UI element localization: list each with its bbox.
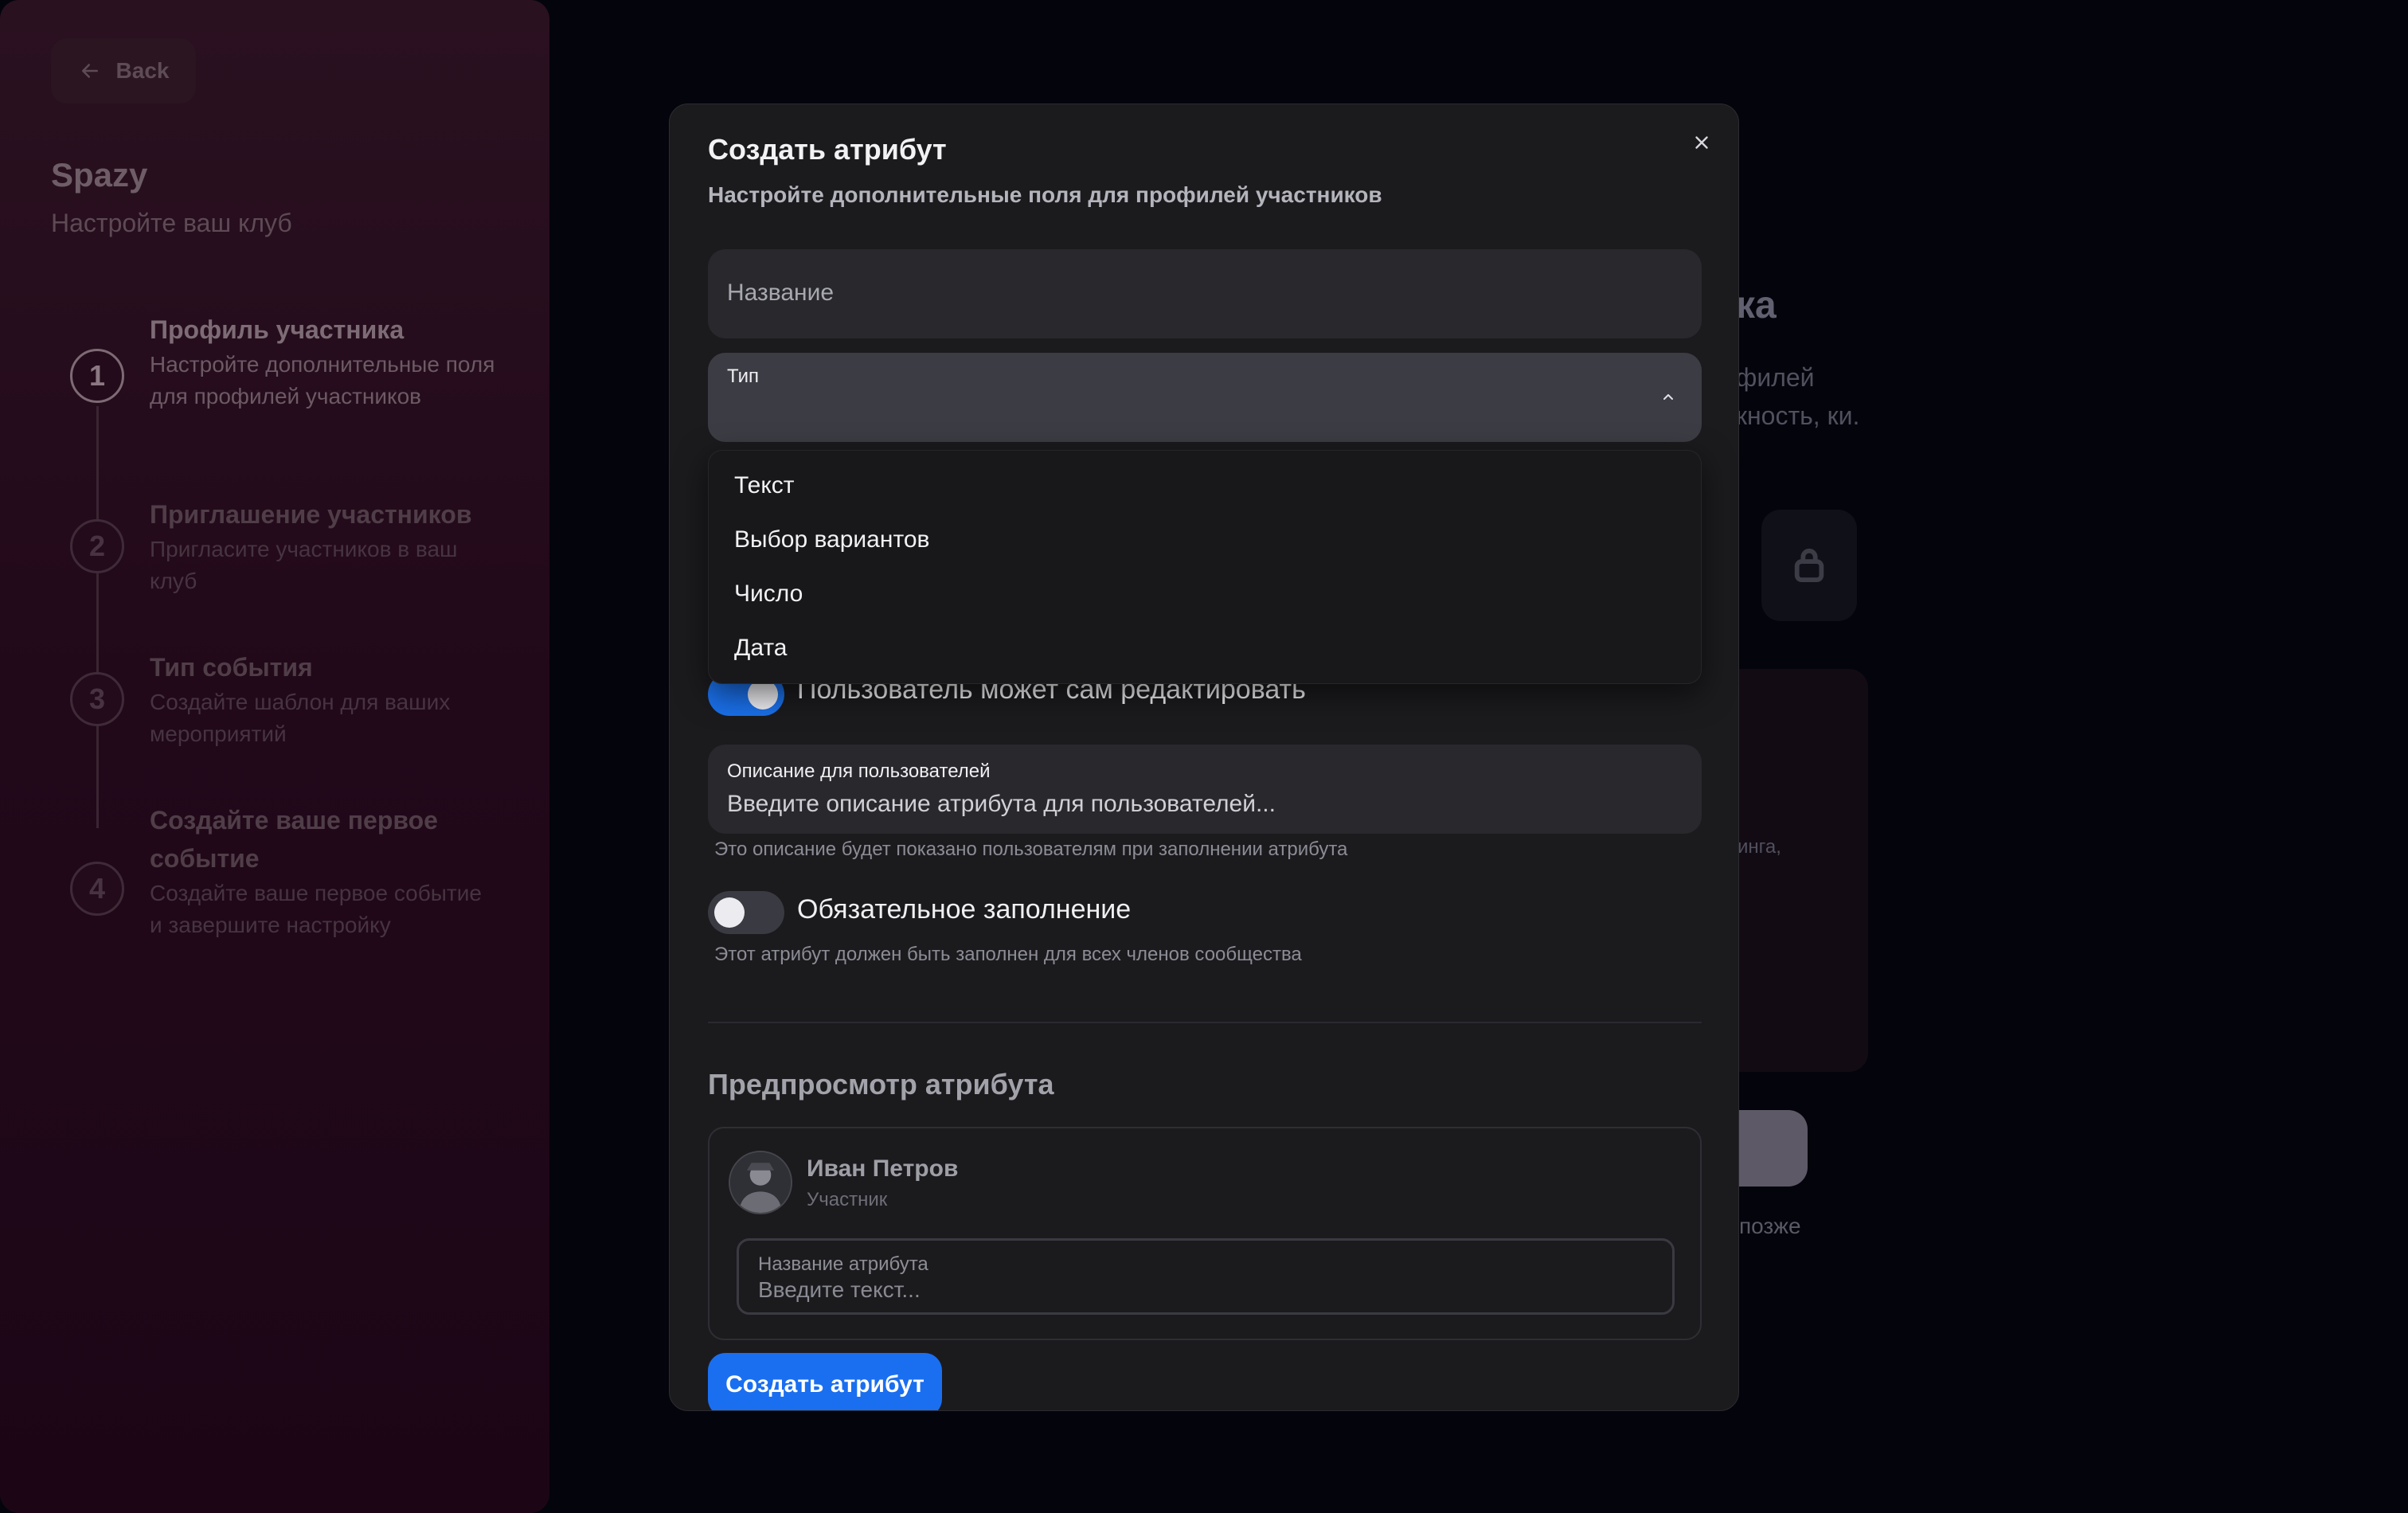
step-number: 2 [70, 519, 124, 573]
create-attribute-button[interactable]: Создать атрибут [708, 1353, 942, 1410]
close-button[interactable] [1686, 127, 1718, 158]
background-text: филей кность, ки. [1736, 363, 1860, 430]
toggle-knob [714, 897, 745, 928]
steps-connector [96, 406, 99, 828]
type-label: Тип [727, 366, 760, 387]
attribute-type-select[interactable]: Тип [708, 353, 1702, 442]
preview-attribute-input[interactable]: Название атрибута Введите текст... [737, 1238, 1675, 1315]
required-hint: Этот атрибут должен быть заполнен для вс… [714, 944, 1302, 965]
preview-user-name: Иван Петров [807, 1155, 959, 1182]
attribute-preview-card: Иван Петров Участник Название атрибута В… [708, 1127, 1702, 1340]
brand-name: Spazy [51, 156, 148, 194]
step-description: Пригласите участников в ваш клуб [150, 537, 458, 593]
avatar [729, 1151, 792, 1214]
modal-subtitle: Настройте дополнительные поля для профил… [708, 182, 1382, 207]
description-placeholder: Введите описание атрибута для пользовате… [727, 791, 1276, 817]
onboarding-sidebar: Back Spazy Настройте ваш клуб 1 Профиль … [0, 0, 549, 1513]
section-divider [708, 1022, 1702, 1023]
required-label: Обязательное заполнение [797, 894, 1132, 925]
user-avatar-icon [730, 1152, 791, 1213]
step-title: Профиль участника [150, 315, 405, 344]
step-title: Приглашение участников [150, 500, 472, 529]
type-option-number[interactable]: Число [709, 567, 1701, 621]
brand-subtitle: Настройте ваш клуб [51, 209, 292, 237]
type-option-text[interactable]: Текст [709, 459, 1701, 513]
background-heading: ка [1736, 284, 1777, 326]
type-option-choice[interactable]: Выбор вариантов [709, 513, 1701, 567]
preview-field-placeholder: Введите текст... [758, 1277, 921, 1302]
background-card-text: инга, [1738, 836, 1781, 858]
preview-user-role: Участник [807, 1189, 888, 1210]
user-description-input[interactable]: Описание для пользователей Введите описа… [708, 745, 1702, 834]
attribute-name-input[interactable]: Название [708, 249, 1702, 338]
create-attribute-modal: Создать атрибут Настройте дополнительные… [669, 104, 1739, 1411]
step-title: Создайте ваше первое событие [150, 806, 438, 873]
back-label: Back [115, 58, 170, 83]
step-description: Настройте дополнительные поля для профил… [150, 352, 495, 409]
close-icon [1695, 136, 1708, 149]
arrow-left-icon [81, 64, 98, 78]
chevron-up-icon [1663, 394, 1673, 400]
step-number: 1 [70, 349, 124, 403]
step-number: 3 [70, 672, 124, 726]
description-hint: Это описание будет показано пользователя… [714, 839, 1348, 860]
background-later-link: позже [1739, 1214, 1801, 1238]
step-title: Тип события [150, 653, 313, 682]
modal-title: Создать атрибут [708, 133, 947, 166]
step-description: Создайте шаблон для ваших мероприятий [150, 690, 451, 746]
step-description: Создайте ваше первое событие и завершите… [150, 881, 482, 937]
description-label: Описание для пользователей [727, 760, 991, 782]
attribute-name-placeholder: Название [727, 280, 835, 306]
step-number: 4 [70, 862, 124, 916]
lock-icon [1794, 548, 1824, 583]
type-dropdown-menu: Текст Выбор вариантов Число Дата [708, 450, 1702, 684]
type-option-date[interactable]: Дата [709, 621, 1701, 675]
preview-field-label: Название атрибута [758, 1253, 928, 1275]
required-toggle[interactable] [708, 891, 784, 934]
back-button[interactable]: Back [51, 38, 196, 104]
preview-title: Предпросмотр атрибута [708, 1068, 1054, 1101]
